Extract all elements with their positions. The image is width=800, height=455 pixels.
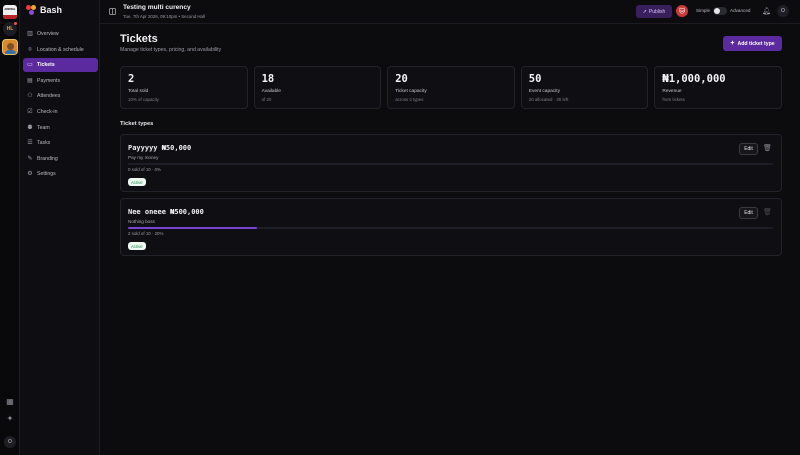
stat-value: ₦1,000,000 [662, 73, 726, 85]
stat-label: Ticket capacity [395, 89, 427, 94]
sidebar-item-label: Check-in [37, 108, 58, 115]
edit-button[interactable]: Edit [739, 143, 758, 155]
stat-label: Available [261, 89, 281, 94]
stats-row: 2 Total sold 10% of capacity 18 Availabl… [120, 66, 782, 109]
ticket-title: Payyyyy ₦50,000 [128, 144, 192, 152]
stat-card-available: 18 Available of 20 [253, 66, 382, 109]
ticket-card: Nee oneee ₦500,000 Nothing boss 2 sold o… [120, 198, 782, 256]
settings-icon: ⚙ [27, 171, 33, 178]
event-subtitle: Tue, 7th Apr 2026, 09:10pm • Second Hall [123, 13, 205, 19]
stat-value: 18 [261, 73, 275, 85]
stat-card-ticket-capacity: 20 Ticket capacity across 2 types [387, 66, 515, 109]
sidebar-item-label: Attendees [37, 93, 61, 100]
stat-card-revenue: ₦1,000,000 Revenue from tickets [654, 66, 782, 109]
chart-icon: ▥ [27, 31, 33, 37]
stat-sub: 20 allocated · 30 left [528, 97, 569, 102]
payments-icon: ▤ [27, 77, 33, 84]
workspace-rail: ARSENAL HL ▦ ✦ O [0, 0, 20, 455]
sidebar-item-label: Settings [37, 171, 56, 178]
sidebar-item-label: Payments [37, 77, 61, 84]
ticket-description: Nothing boss [128, 219, 155, 224]
sidebar-item-payments[interactable]: ▤ Payments [23, 74, 98, 88]
notification-dot [14, 22, 17, 25]
stat-sub: 10% of capacity [128, 97, 159, 102]
sidebar-item-tickets[interactable]: ▭ Tickets [23, 58, 98, 73]
sidebar-nav: ▥ Overview ⌾ Location & schedule ▭ Ticke… [23, 27, 98, 183]
user-avatar[interactable]: O [777, 5, 789, 17]
user-avatar[interactable]: O [4, 436, 16, 448]
check-in-icon: ☑ [27, 108, 33, 115]
ticket-progress-fill [128, 227, 257, 229]
sidebar-item-label: Tickets [37, 62, 55, 69]
sidebar-item-label: Tasks [37, 140, 51, 147]
sidebar-item-attendees[interactable]: ⚇ Attendees [23, 89, 98, 103]
publish-button[interactable]: ➚ Publish [636, 5, 672, 18]
sidebar-item-label: Location & schedule [37, 46, 84, 53]
mode-toggle[interactable] [713, 7, 727, 15]
ticket-icon: ▭ [27, 62, 33, 69]
stat-card-total-sold: 2 Total sold 10% of capacity [120, 66, 248, 109]
ticket-title: Nee oneee ₦500,000 [128, 208, 204, 216]
sidebar-item-location-schedule[interactable]: ⌾ Location & schedule [23, 43, 98, 57]
stat-value: 50 [528, 73, 542, 85]
trash-icon[interactable]: 🗑︎ [763, 208, 772, 217]
sidebar-item-label: Overview [37, 31, 59, 37]
sidebar-item-team[interactable]: ⚉ Team [23, 121, 98, 135]
ticket-sold-text: 0 sold of 10 · 0% [128, 167, 161, 172]
stat-label: Revenue [662, 89, 682, 94]
stat-label: Event capacity [528, 89, 560, 94]
stat-sub: across 2 types [395, 97, 424, 102]
team-icon: ⚉ [27, 124, 33, 131]
bell-icon[interactable]: 🔔︎ [762, 7, 771, 15]
rocket-icon: ➚ [642, 8, 647, 15]
sidebar: Bash ▥ Overview ⌾ Location & schedule ▭ … [20, 0, 100, 455]
add-ticket-type-button[interactable]: + Add ticket type [723, 36, 782, 51]
event-title: Testing multi curency [123, 4, 191, 11]
attendees-icon: ⚇ [27, 93, 33, 100]
ticket-card: Payyyyy ₦50,000 Pay my money 0 sold of 1… [120, 134, 782, 192]
plus-icon: + [730, 40, 735, 47]
sidebar-item-settings[interactable]: ⚙ Settings [23, 167, 98, 181]
stat-sub: from tickets [662, 97, 685, 102]
sparkle-icon[interactable]: ✦ [6, 415, 14, 423]
stat-label: Total sold [128, 89, 149, 94]
sidebar-item-check-in[interactable]: ☑ Check-in [23, 105, 98, 119]
ticket-description: Pay my money [128, 155, 159, 160]
tasks-icon: ☰ [27, 140, 33, 147]
status-badge: Active [128, 178, 146, 186]
brand-name: Bash [40, 5, 63, 15]
section-title: Ticket types [120, 121, 154, 127]
main-content: Tickets Manage ticket types, pricing, an… [100, 24, 800, 455]
grid-icon[interactable]: ▦ [6, 398, 14, 406]
page-title: Tickets [120, 33, 158, 45]
ticket-progress-track [128, 163, 773, 165]
bash-logo-icon [26, 5, 36, 15]
workspace-logo-icon[interactable]: ARSENAL [3, 5, 17, 19]
stat-value: 2 [128, 73, 135, 85]
branding-icon: ✎ [27, 155, 33, 162]
status-badge: Active [128, 242, 146, 250]
stat-value: 20 [395, 73, 408, 85]
top-header: Testing multi curency Tue, 7th Apr 2026,… [100, 0, 800, 24]
trash-icon[interactable]: 🗑︎ [763, 144, 772, 153]
workspace-hl-icon[interactable]: HL [3, 22, 17, 36]
mode-simple-label: Simple [696, 8, 711, 13]
location-icon: ⌾ [28, 46, 32, 53]
event-avatar[interactable]: 🐱 [676, 5, 688, 17]
edit-button[interactable]: Edit [739, 207, 758, 219]
page-subtitle: Manage ticket types, pricing, and availa… [120, 47, 222, 53]
ticket-progress-track [128, 227, 773, 229]
sidebar-item-label: Team [37, 124, 50, 131]
sidebar-item-label: Branding [37, 155, 58, 162]
stat-card-event-capacity: 50 Event capacity 20 allocated · 30 left [520, 66, 649, 109]
mode-advanced-label: Advanced [730, 8, 751, 13]
sidebar-item-tasks[interactable]: ☰ Tasks [23, 136, 98, 150]
ticket-sold-text: 2 sold of 10 · 20% [128, 231, 164, 236]
brand[interactable]: Bash [26, 5, 62, 15]
sidebar-item-overview[interactable]: ▥ Overview [23, 27, 98, 41]
sidebar-item-branding[interactable]: ✎ Branding [23, 152, 98, 166]
stat-sub: of 20 [261, 97, 272, 102]
sidebar-toggle-icon[interactable] [109, 8, 116, 15]
workspace-avatar-icon[interactable] [2, 39, 18, 55]
